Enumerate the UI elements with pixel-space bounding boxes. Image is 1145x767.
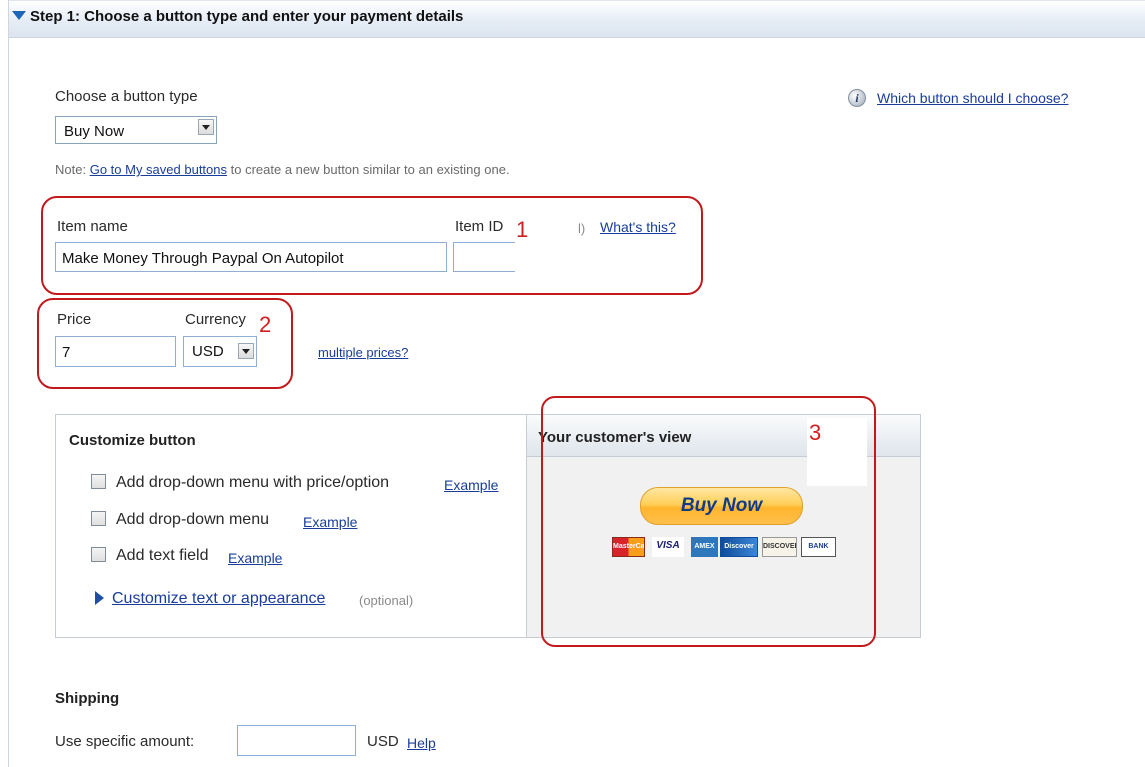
button-type-label: Choose a button type <box>55 88 198 105</box>
saved-buttons-note: Note: Go to My saved buttons to create a… <box>55 162 510 177</box>
text-field-example-link[interactable]: Example <box>228 550 282 566</box>
expand-triangle-icon[interactable] <box>95 591 104 605</box>
annotation-number-1: 1 <box>516 217 529 242</box>
currency-value: USD <box>192 343 224 360</box>
amex-logo: AMEX <box>691 537 718 557</box>
item-id-input[interactable] <box>453 242 515 272</box>
buy-now-button[interactable]: Buy Now <box>640 487 803 525</box>
text-field-label: Add text field <box>116 547 209 564</box>
currency-label: Currency <box>185 311 246 328</box>
multiple-prices-link[interactable]: multiple prices? <box>318 345 408 360</box>
customize-heading: Customize button <box>69 432 196 449</box>
shipping-currency: USD <box>367 733 399 750</box>
button-type-select[interactable]: Buy Now <box>55 116 217 144</box>
dropdown-arrow-icon <box>238 343 254 359</box>
optional-text: (optional) <box>359 593 414 608</box>
which-button-link[interactable]: Which button should I choose? <box>877 90 1068 106</box>
dropdown-menu-label: Add drop-down menu <box>116 511 269 528</box>
shipping-help-link[interactable]: Help <box>407 735 436 751</box>
item-id-label: Item ID <box>455 218 504 235</box>
left-border <box>8 0 9 767</box>
annotation-number-2: 2 <box>259 312 272 337</box>
button-type-value: Buy Now <box>64 123 125 140</box>
customize-appearance-link[interactable]: Customize text or appearance <box>112 590 325 608</box>
info-icon: i <box>848 89 866 107</box>
dropdown-price-label: Add drop-down menu with price/option <box>116 474 390 491</box>
item-name-input[interactable]: Make Money Through Paypal On Autopilot <box>55 242 447 272</box>
saved-buttons-link[interactable]: Go to My saved buttons <box>90 162 227 177</box>
bank-logo: BANK <box>801 537 836 557</box>
discover-logo: DISCOVER <box>762 537 797 557</box>
shipping-amount-input[interactable] <box>237 725 356 756</box>
item-id-paren: l) <box>578 221 586 236</box>
shipping-amount-label: Use specific amount: <box>55 733 195 750</box>
dropdown-price-example-link[interactable]: Example <box>444 477 498 493</box>
text-field-checkbox[interactable] <box>91 547 106 562</box>
discover-card-logo: Discover <box>720 537 758 557</box>
dropdown-menu-example-link[interactable]: Example <box>303 514 357 530</box>
dropdown-menu-checkbox[interactable] <box>91 511 106 526</box>
item-name-label: Item name <box>57 218 128 235</box>
dropdown-price-checkbox[interactable] <box>91 474 106 489</box>
price-input[interactable]: 7 <box>55 336 176 367</box>
note-suffix: to create a new button similar to an exi… <box>230 162 510 177</box>
currency-select[interactable]: USD <box>183 336 257 367</box>
annotation-number-3: 3 <box>809 420 822 445</box>
collapse-triangle-icon[interactable] <box>12 11 26 20</box>
step-title: Step 1: Choose a button type and enter y… <box>30 8 464 25</box>
dropdown-arrow-icon <box>198 119 214 135</box>
visa-logo: VISA <box>652 537 684 557</box>
price-value: 7 <box>62 344 71 361</box>
price-label: Price <box>57 311 92 328</box>
item-name-value: Make Money Through Paypal On Autopilot <box>62 250 344 267</box>
shipping-heading: Shipping <box>55 690 120 707</box>
mastercard-logo: MasterCard <box>612 537 645 557</box>
card-logos: MasterCard VISA AMEX Discover DISCOVER B… <box>612 537 836 557</box>
whats-this-link[interactable]: What's this? <box>600 219 676 235</box>
note-prefix: Note: <box>55 162 87 177</box>
